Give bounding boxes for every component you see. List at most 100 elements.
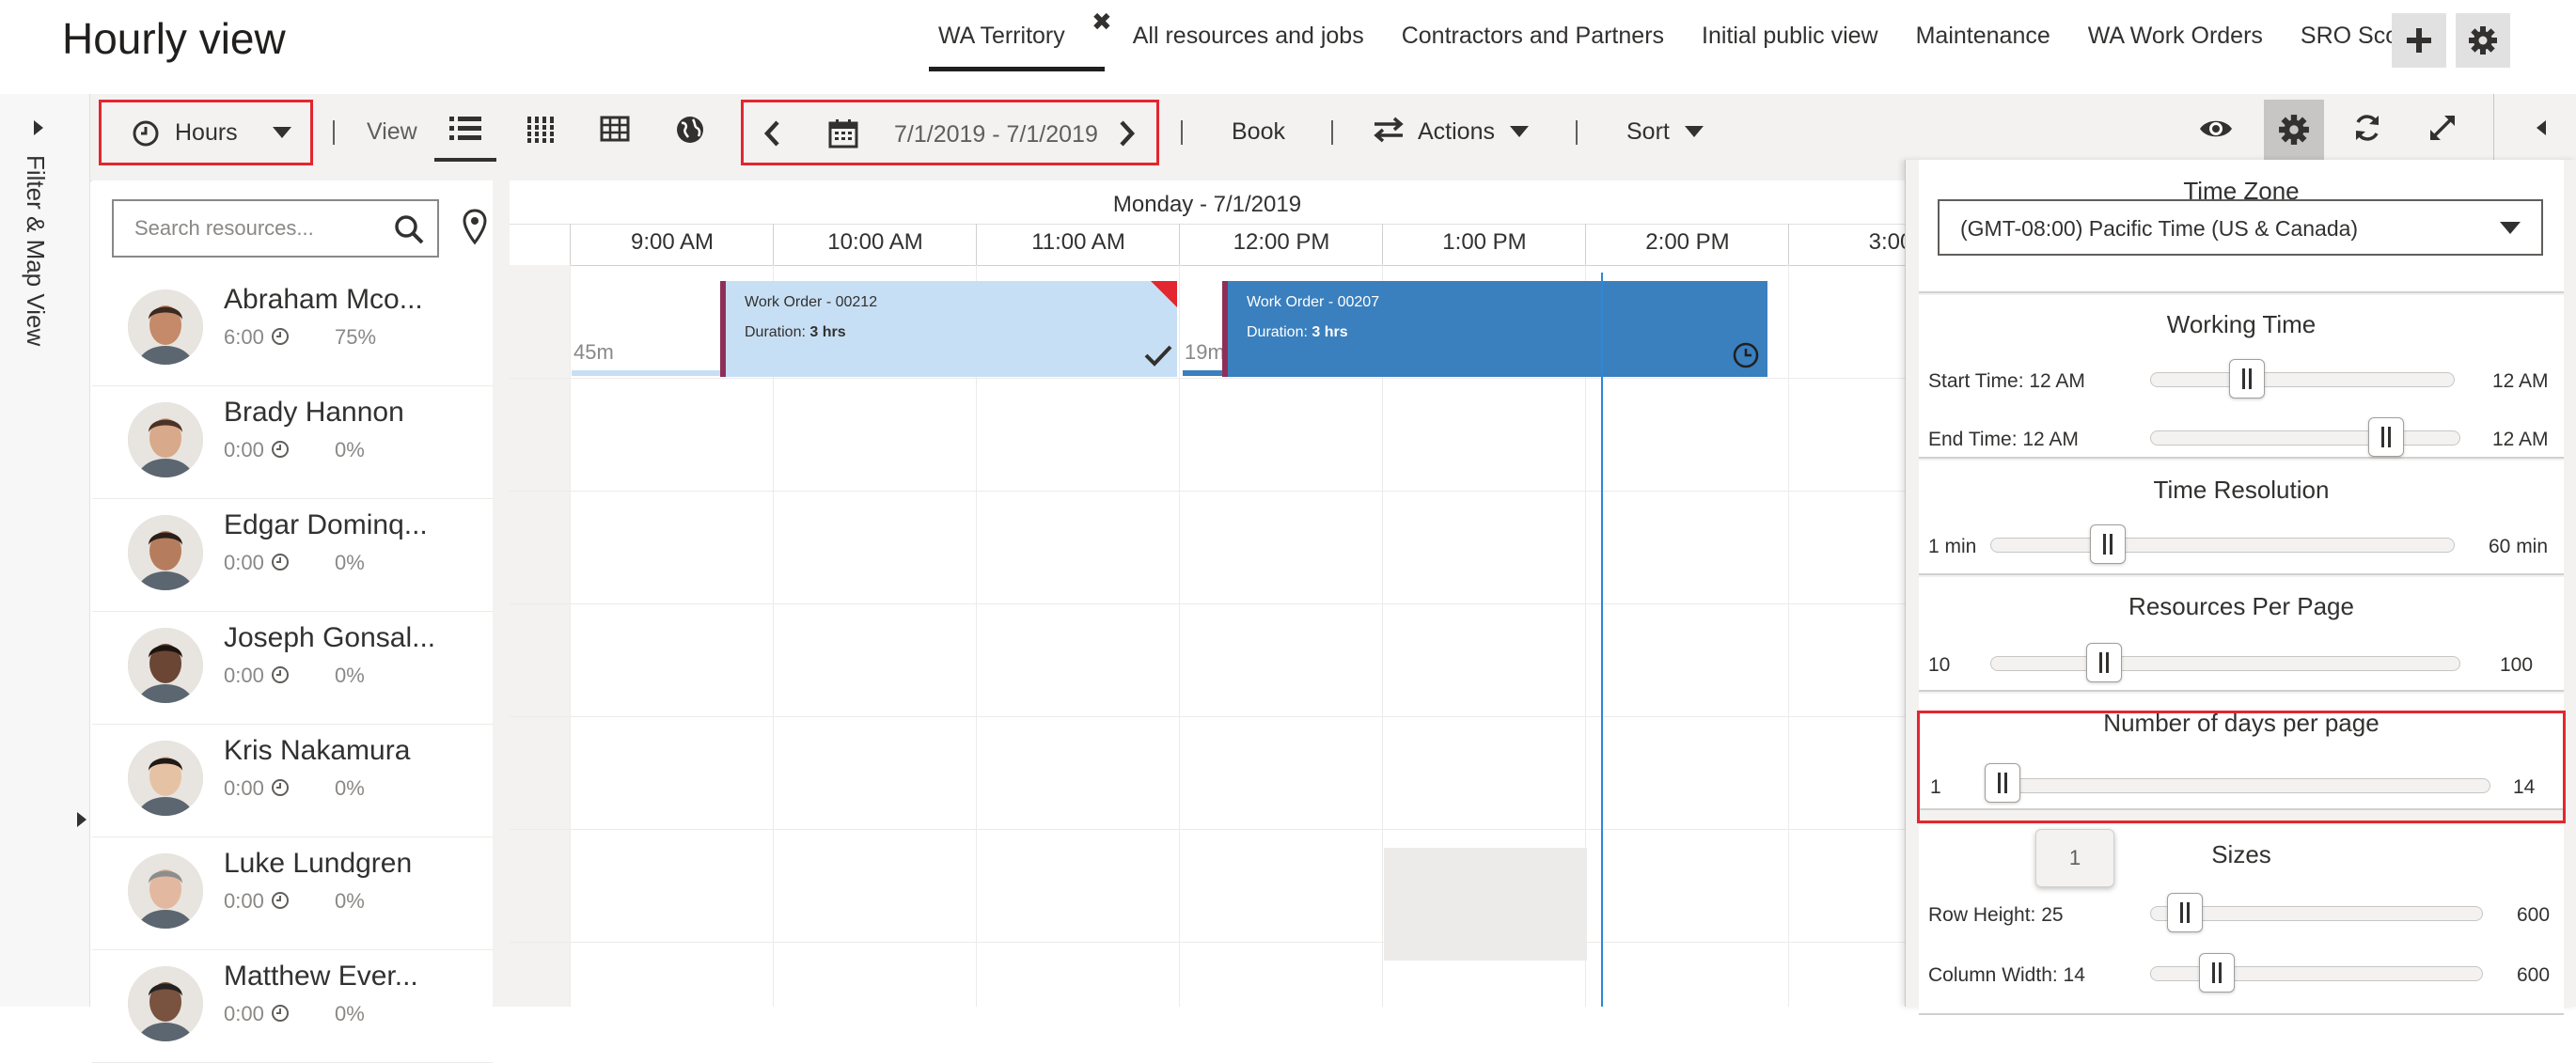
resource-hours: 0:00 (224, 1002, 264, 1025)
row-height-slider-thumb[interactable] (2167, 893, 2203, 932)
swap-icon (1374, 117, 1404, 143)
tab-maintenance[interactable]: Maintenance (1897, 0, 2069, 71)
avatar (128, 628, 203, 703)
collapse-panel-icon[interactable] (2535, 118, 2548, 137)
resource-hours: 0:00 (224, 776, 264, 800)
toolbar-divider (1576, 120, 1578, 145)
duration-label: Duration: (1247, 324, 1308, 340)
sort-dropdown[interactable]: Sort (1625, 107, 1719, 154)
add-tab-button[interactable] (2392, 13, 2446, 68)
avatar (128, 966, 203, 1041)
clock-icon (272, 328, 289, 345)
resource-row[interactable]: Kris Nakamura 0:00 0% (92, 724, 493, 837)
resource-name[interactable]: Kris Nakamura (224, 735, 410, 767)
list-view-button[interactable] (434, 105, 496, 162)
row-height-max: 600 (2517, 904, 2551, 926)
start-time-label: Start Time: 12 AM (1928, 370, 2085, 392)
map-pin-icon[interactable] (463, 209, 487, 246)
avatar (128, 853, 203, 929)
column-width-label: Column Width: 14 (1928, 964, 2085, 986)
resource-row[interactable]: Brady Hannon 0:00 0% (92, 385, 493, 499)
vertical-view-icon[interactable] (526, 115, 557, 145)
booking-work-order-00212[interactable]: Work Order - 00212 Duration: 3 hrs (720, 281, 1177, 377)
resource-utilization: 0% (335, 551, 365, 574)
duration-value: 3 hrs (1312, 324, 1348, 340)
clock-icon (272, 892, 289, 909)
booking-work-order-00207[interactable]: Work Order - 00207 Duration: 3 hrs (1222, 281, 1767, 377)
end-time-slider[interactable] (2150, 430, 2460, 446)
hour-gridline (570, 265, 571, 1007)
resources-per-page-slider[interactable] (1990, 656, 2460, 671)
start-time-slider[interactable] (2150, 372, 2455, 387)
expand-icon[interactable] (2427, 113, 2458, 143)
tab-all-resources[interactable]: All resources and jobs (1114, 0, 1383, 71)
row-gridline (510, 829, 1905, 830)
chevron-right-icon[interactable] (1118, 119, 1137, 148)
travel-time: 45m (573, 340, 614, 364)
splitter[interactable] (493, 180, 510, 1007)
resource-name[interactable]: Edgar Dominq... (224, 509, 428, 541)
tab-contractors[interactable]: Contractors and Partners (1383, 0, 1683, 71)
gear-icon (2279, 115, 2309, 145)
settings-button[interactable] (2264, 100, 2324, 160)
grid-view-icon[interactable] (600, 115, 630, 143)
date-range-text[interactable]: 7/1/2019 - 7/1/2019 (894, 121, 1098, 149)
time-resolution-slider[interactable] (1990, 538, 2455, 553)
tab-initial-public-view[interactable]: Initial public view (1683, 0, 1897, 71)
tab-wa-territory[interactable]: WA Territory ✖ (919, 0, 1114, 71)
resources-per-page-section: Resources Per Page 10 100 (1919, 577, 2564, 692)
avatar (128, 402, 203, 477)
hour-header: 1:00 PM (1382, 224, 1586, 265)
schedule-board: Monday - 7/1/2019 9:00 AM 10:00 AM 11:00 A… (510, 180, 1905, 1007)
resource-name[interactable]: Luke Lundgren (224, 848, 412, 880)
gear-icon (2469, 26, 2497, 55)
status-flag-icon (1151, 281, 1177, 307)
column-width-max: 600 (2517, 964, 2551, 986)
resource-name[interactable]: Joseph Gonsal... (224, 622, 435, 654)
time-zone-value: (GMT-08:00) Pacific Time (US & Canada) (1960, 216, 2359, 241)
start-time-slider-thumb[interactable] (2229, 359, 2265, 399)
chevron-down-icon (1685, 126, 1704, 137)
globe-icon[interactable] (675, 115, 705, 145)
resource-hours: 0:00 (224, 438, 264, 461)
resource-row[interactable]: Abraham Mco... 6:00 75% (92, 273, 493, 386)
resource-utilization: 0% (335, 438, 365, 461)
page-title: Hourly view (62, 14, 286, 63)
end-time-label: End Time: 12 AM (1928, 429, 2079, 450)
filter-map-label: Filter & Map View (22, 155, 50, 347)
calendar-icon[interactable] (828, 118, 858, 149)
end-time-slider-thumb[interactable] (2368, 417, 2404, 457)
resource-row[interactable]: Edgar Dominq... 0:00 0% (92, 498, 493, 612)
resource-row[interactable]: Luke Lundgren 0:00 0% (92, 836, 493, 950)
refresh-icon[interactable] (2352, 113, 2382, 143)
chevron-left-icon[interactable] (762, 119, 781, 148)
date-range-navigator: 7/1/2019 - 7/1/2019 (741, 100, 1159, 165)
tab-settings-button[interactable] (2456, 13, 2510, 68)
clock-icon (272, 666, 289, 683)
expand-details-icon[interactable] (75, 810, 88, 829)
close-icon[interactable]: ✖ (1092, 9, 1112, 34)
off-hours-column (510, 265, 570, 1007)
unavailable-block (1384, 848, 1587, 961)
time-zone-select[interactable]: (GMT-08:00) Pacific Time (US & Canada) (1938, 199, 2543, 256)
resources-per-page-slider-thumb[interactable] (2086, 643, 2122, 682)
actions-label: Actions (1418, 118, 1495, 145)
time-scale-dropdown[interactable]: Hours (99, 100, 313, 165)
tab-wa-work-orders[interactable]: WA Work Orders (2069, 0, 2282, 71)
time-resolution-slider-thumb[interactable] (2090, 524, 2126, 564)
search-icon[interactable] (394, 214, 424, 244)
resource-name[interactable]: Brady Hannon (224, 397, 404, 429)
resource-name[interactable]: Matthew Ever... (224, 961, 418, 993)
column-width-slider-thumb[interactable] (2199, 953, 2235, 993)
expand-filter-icon[interactable] (32, 118, 45, 137)
resource-utilization: 0% (335, 664, 365, 687)
resource-hours: 0:00 (224, 889, 264, 913)
eye-icon[interactable] (2198, 117, 2234, 141)
actions-dropdown[interactable]: Actions (1373, 107, 1532, 154)
end-time-max: 12 AM (2492, 429, 2549, 450)
resource-name[interactable]: Abraham Mco... (224, 284, 423, 316)
search-input[interactable]: Search resources... (112, 199, 439, 258)
section-title: Resources Per Page (2128, 592, 2354, 620)
resource-row[interactable]: Joseph Gonsal... 0:00 0% (92, 611, 493, 725)
book-button[interactable]: Book (1232, 118, 1285, 146)
